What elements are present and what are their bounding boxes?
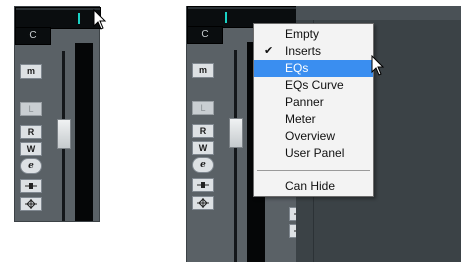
menu-item-inserts[interactable]: ✔ Inserts [254,43,373,60]
monitor-button-label: m [198,65,207,75]
edit-button-label: e [200,160,206,170]
menu-item-label: Panner [285,95,324,109]
write-button-label: W [26,144,36,154]
edit-channel-button[interactable]: e [20,158,42,174]
menu-item-label: Empty [285,27,320,41]
menu-item-meter[interactable]: Meter [254,111,373,128]
rack-display-cursor [78,13,80,24]
menu-item-label: User Panel [285,146,345,160]
read-button-label: R [199,126,207,136]
checkmark-icon: ✔ [264,45,274,57]
listen-button[interactable]: L [20,102,42,116]
read-automation-button[interactable]: R [192,124,214,138]
write-button-label: W [198,143,208,153]
crosshair-icon [197,198,209,208]
rack-display-cursor [225,12,227,23]
level-meter [75,43,93,221]
mouse-pointer-icon [371,55,385,76]
mouse-pointer-icon [93,9,107,30]
volume-fader-handle[interactable] [229,118,243,148]
write-automation-button[interactable]: W [192,141,214,155]
read-button-label: R [27,127,35,137]
listen-button-label: L [200,103,206,113]
menu-item-panner[interactable]: Panner [254,94,373,111]
edit-button-label: e [28,161,34,171]
menu-item-label: EQs Curve [285,78,344,92]
channel-name-label: C [201,29,209,40]
rack-display[interactable] [15,7,101,29]
listen-button-label: L [28,104,34,114]
write-automation-button[interactable]: W [20,142,42,156]
channel-name-field[interactable]: C [15,27,51,45]
menu-item-overview[interactable]: Overview [254,128,373,145]
monitor-button[interactable]: m [20,64,42,79]
panner-icon [197,182,209,188]
monitor-button[interactable]: m [192,63,214,78]
lock-button[interactable] [20,197,42,211]
menu-item-label: Inserts [285,44,322,58]
rack-display-top-bar [16,8,100,10]
channel-name-label: C [29,30,37,41]
menu-item-label: EQs [285,61,309,75]
crosshair-icon [25,199,37,209]
listen-button[interactable]: L [192,101,214,115]
rack-context-menu: Empty ✔ Inserts EQs EQs Curve Panner Mete… [253,23,374,197]
rack-display-top-bar [188,7,298,9]
menu-item-can-hide[interactable]: Can Hide [254,178,373,195]
panner-bypass-button[interactable] [20,179,42,193]
mixer-top-bar [296,6,461,20]
channel-strip-left: C m L R W e [14,6,101,222]
channel-name-field[interactable]: C [187,26,223,44]
menu-item-eqs-curve[interactable]: EQs Curve [254,77,373,94]
volume-fader-handle[interactable] [57,119,71,149]
edit-channel-button[interactable]: e [192,157,214,173]
menu-item-label: Meter [285,112,316,126]
menu-separator [257,170,370,171]
panner-icon [25,183,37,189]
menu-item-label: Overview [285,129,336,143]
read-automation-button[interactable]: R [20,125,42,139]
menu-item-user-panel[interactable]: User Panel [254,145,373,162]
fader-track [234,50,237,262]
monitor-button-label: m [26,66,35,76]
lock-button[interactable] [192,196,214,210]
panner-bypass-button[interactable] [192,178,214,192]
menu-item-empty[interactable]: Empty [254,26,373,43]
menu-item-label: Can Hide [285,179,336,193]
menu-item-eqs[interactable]: EQs [254,60,373,77]
